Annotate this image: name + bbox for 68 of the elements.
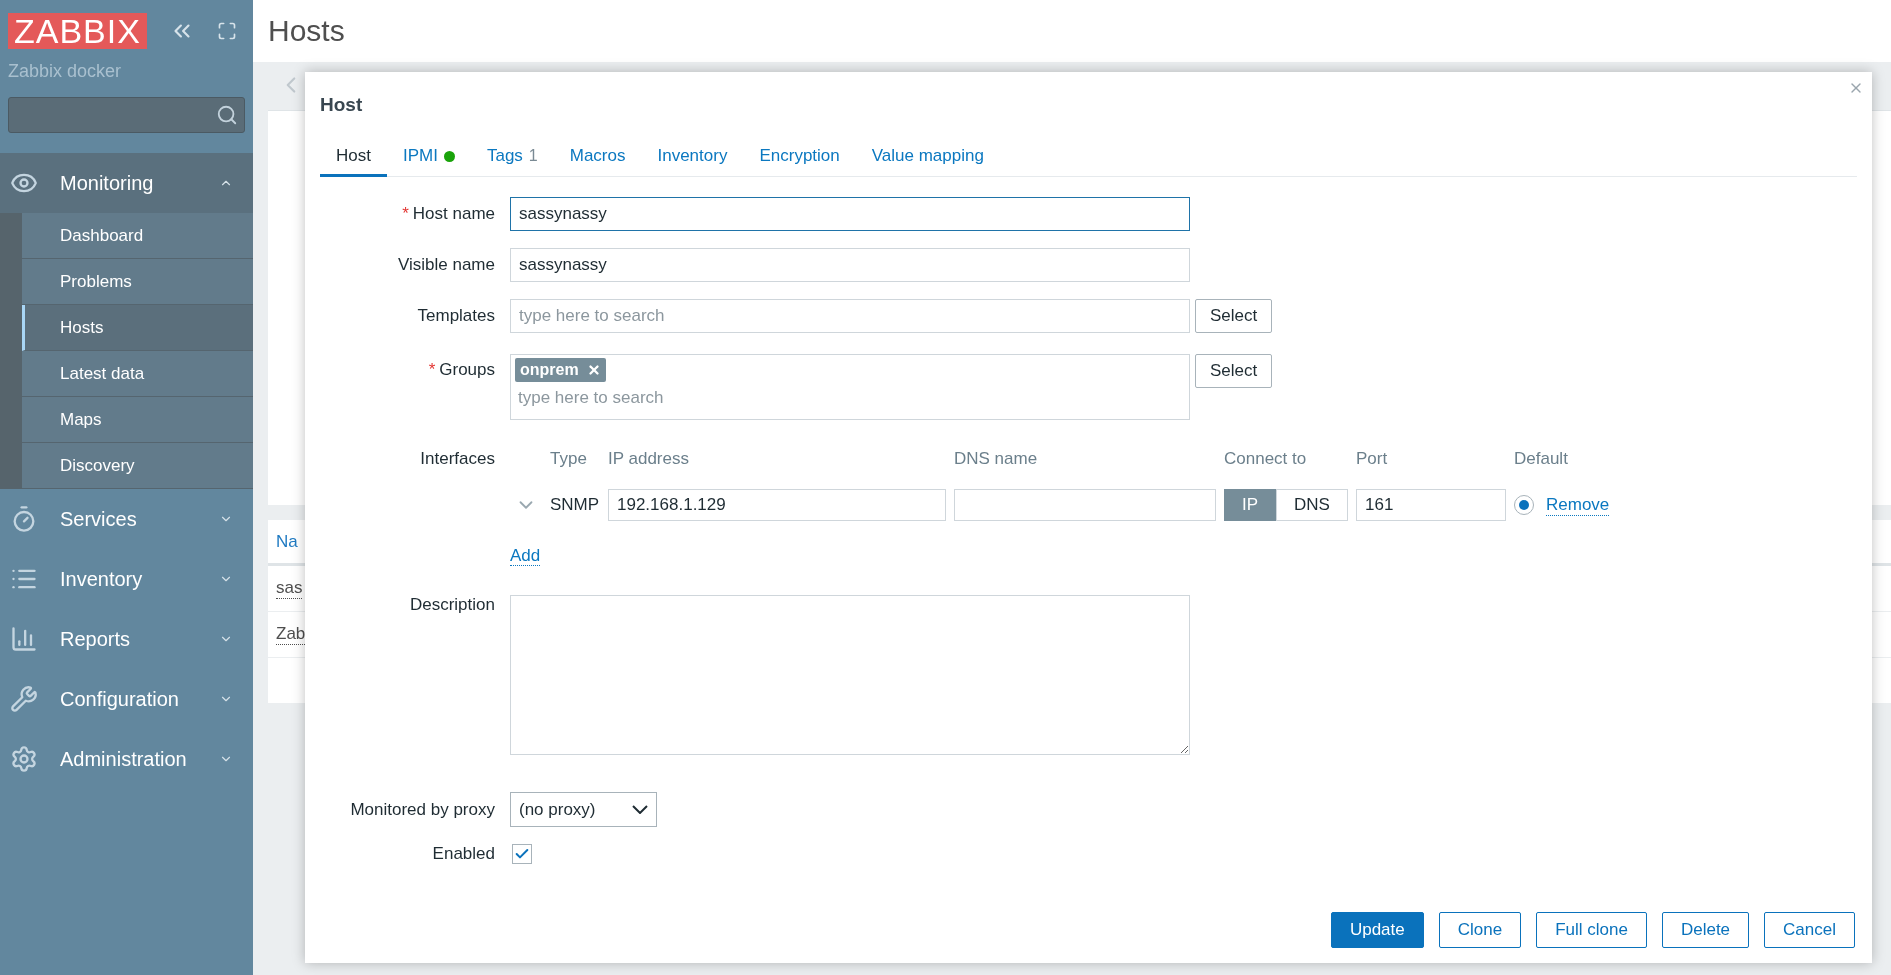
connect-toggle[interactable]: IP (1224, 489, 1276, 521)
tab[interactable]: IPMI (386, 146, 471, 177)
column-header: Type (550, 449, 588, 469)
ip-address-field[interactable]: 192.168.1.129 (608, 489, 946, 521)
select-button[interactable]: Select (1195, 354, 1273, 388)
field-label: Monitored by proxy (350, 799, 495, 820)
field-label: Enabled (432, 844, 495, 864)
wrench-icon (10, 685, 38, 713)
column-header: IP address (608, 449, 690, 469)
search-field[interactable] (8, 97, 245, 133)
port-field[interactable]: 161 (1356, 489, 1506, 521)
proxy-select[interactable]: (no proxy) (510, 792, 657, 827)
menu-item[interactable]: Monitoring (0, 153, 253, 213)
menu-item[interactable]: Administration (0, 729, 253, 789)
interface-type: SNMP (550, 495, 600, 515)
tab[interactable]: Macros (553, 146, 642, 177)
submenu-item[interactable]: Hosts (22, 305, 253, 351)
primary-button[interactable]: Update (1330, 912, 1424, 948)
secondary-button[interactable]: Cancel (1764, 912, 1855, 948)
enabled-checkbox[interactable] (512, 844, 532, 864)
secondary-button[interactable]: Full clone (1536, 912, 1647, 948)
column-header: Connect to (1224, 449, 1308, 469)
field-label: Templates (417, 306, 495, 326)
table-cell[interactable]: sas (276, 578, 303, 599)
column-header: DNS name (954, 449, 1039, 469)
host-name-field[interactable]: sassynassy (510, 197, 1190, 231)
field-label: Description (409, 595, 495, 615)
page-title: Hosts (268, 14, 345, 48)
menu-item[interactable]: Reports (0, 609, 253, 669)
menu-item[interactable]: Services (0, 489, 253, 549)
tab[interactable]: Encryption (743, 146, 856, 177)
dns-name-field[interactable] (954, 489, 1216, 521)
description-field[interactable] (510, 595, 1190, 755)
secondary-button[interactable]: Delete (1661, 912, 1750, 948)
bar-chart-icon (10, 625, 38, 653)
menu-item[interactable]: Configuration (0, 669, 253, 729)
logo[interactable]: ZABBIX (8, 13, 147, 49)
server-name: Zabbix docker (7, 60, 123, 82)
column-header: Default (1514, 449, 1569, 469)
column-header[interactable]: Na (276, 531, 298, 552)
remove-icon[interactable] (586, 363, 601, 377)
field-label: Groups (439, 360, 495, 380)
select-button[interactable]: Select (1195, 299, 1273, 333)
column-header: Port (1356, 449, 1389, 469)
visible-name-field[interactable]: sassynassy (510, 248, 1190, 282)
group-chip: onprem (515, 358, 606, 382)
field-label: Interfaces (420, 449, 495, 469)
required-asterisk: * (402, 204, 409, 224)
tab[interactable]: Value mapping (855, 146, 1000, 177)
field-label: Visible name (397, 255, 495, 275)
required-asterisk: * (428, 360, 436, 380)
gear-icon (10, 745, 38, 773)
tab[interactable]: Inventory (641, 146, 744, 177)
menu-item[interactable]: Inventory (0, 549, 253, 609)
fullscreen-icon[interactable] (216, 21, 237, 41)
add-link[interactable]: Add (510, 546, 541, 566)
chevron-down-icon (632, 805, 648, 814)
groups-field[interactable]: onprem type here to search (510, 354, 1190, 420)
search-icon (216, 104, 238, 126)
remove-link[interactable]: Remove (1546, 494, 1610, 516)
dialog-title: Host (320, 94, 363, 116)
tab-count: 1 (528, 147, 538, 165)
connect-toggle[interactable]: DNS (1276, 489, 1348, 521)
tab[interactable]: Host (320, 146, 387, 177)
field-label: Host name (412, 204, 495, 224)
templates-field[interactable]: type here to search (510, 299, 1190, 333)
secondary-button[interactable]: Clone (1438, 912, 1522, 948)
tab[interactable]: Tags 1 (470, 146, 554, 177)
